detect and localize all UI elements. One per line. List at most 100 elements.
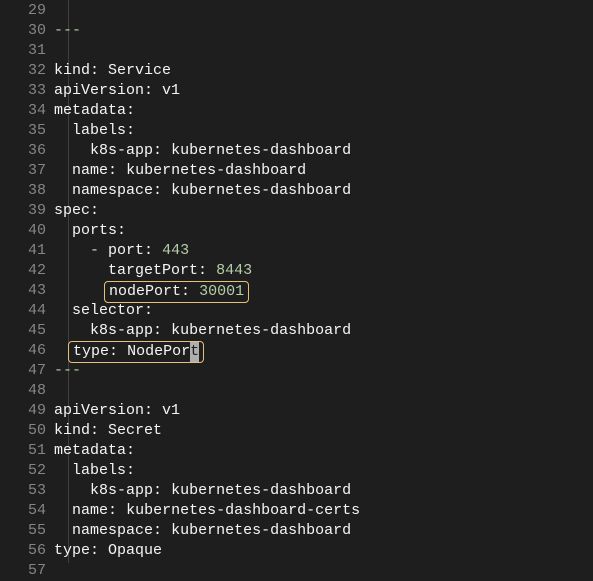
code-line[interactable]: 48: [0, 381, 593, 401]
line-number: 43: [0, 281, 54, 301]
line-number: 35: [0, 121, 54, 141]
code-content[interactable]: [54, 1, 593, 21]
code-content[interactable]: ports:: [54, 221, 593, 241]
code-editor[interactable]: 2930---3132kind: Service33apiVersion: v1…: [0, 0, 593, 563]
code-line[interactable]: 56type: Opaque: [0, 541, 593, 561]
code-content[interactable]: name: kubernetes-dashboard: [54, 161, 593, 181]
yaml-doc-separator: ---: [54, 362, 81, 379]
code-line[interactable]: 57: [0, 561, 593, 581]
code-content[interactable]: [54, 41, 593, 61]
line-number: 51: [0, 441, 54, 461]
code-content[interactable]: [54, 561, 593, 581]
code-line[interactable]: 34metadata:: [0, 101, 593, 121]
code-line[interactable]: 33apiVersion: v1: [0, 81, 593, 101]
code-line[interactable]: 45 k8s-app: kubernetes-dashboard: [0, 321, 593, 341]
code-line[interactable]: 39spec:: [0, 201, 593, 221]
code-line[interactable]: 49apiVersion: v1: [0, 401, 593, 421]
code-content[interactable]: type: Opaque: [54, 541, 593, 561]
line-number: 47: [0, 361, 54, 381]
line-number: 38: [0, 181, 54, 201]
code-line[interactable]: 55 namespace: kubernetes-dashboard: [0, 521, 593, 541]
code-line[interactable]: 43 nodePort: 30001: [0, 281, 593, 301]
code-content[interactable]: namespace: kubernetes-dashboard: [54, 521, 593, 541]
code-line[interactable]: 37 name: kubernetes-dashboard: [0, 161, 593, 181]
code-content[interactable]: selector:: [54, 301, 593, 321]
code-line[interactable]: 35 labels:: [0, 121, 593, 141]
yaml-value: 30001: [199, 283, 244, 300]
code-line[interactable]: 54 name: kubernetes-dashboard-certs: [0, 501, 593, 521]
highlight-box: nodePort: 30001: [104, 281, 249, 303]
code-content[interactable]: - port: 443: [54, 241, 593, 261]
yaml-value: kubernetes-dashboard: [126, 162, 306, 179]
yaml-key: metadata: [54, 442, 126, 459]
yaml-key: k8s-app: [90, 142, 153, 159]
code-line[interactable]: 42 targetPort: 8443: [0, 261, 593, 281]
line-number: 41: [0, 241, 54, 261]
line-number: 44: [0, 301, 54, 321]
code-content[interactable]: type: NodePort: [54, 341, 593, 361]
yaml-key: ports: [72, 222, 117, 239]
code-content[interactable]: spec:: [54, 201, 593, 221]
yaml-key: spec: [54, 202, 90, 219]
line-number: 53: [0, 481, 54, 501]
code-content[interactable]: kind: Secret: [54, 421, 593, 441]
code-line[interactable]: 41 - port: 443: [0, 241, 593, 261]
yaml-value: NodePor: [127, 343, 190, 360]
line-number: 39: [0, 201, 54, 221]
code-line[interactable]: 50kind: Secret: [0, 421, 593, 441]
code-line[interactable]: 32kind: Service: [0, 61, 593, 81]
yaml-value: kubernetes-dashboard: [171, 522, 351, 539]
code-content[interactable]: name: kubernetes-dashboard-certs: [54, 501, 593, 521]
code-content[interactable]: k8s-app: kubernetes-dashboard: [54, 321, 593, 341]
code-content[interactable]: ---: [54, 361, 593, 381]
code-line[interactable]: 29: [0, 1, 593, 21]
yaml-value: kubernetes-dashboard: [171, 142, 351, 159]
line-number: 49: [0, 401, 54, 421]
yaml-key: nodePort: [109, 283, 181, 300]
yaml-key: selector: [72, 302, 144, 319]
code-line[interactable]: 47---: [0, 361, 593, 381]
code-content[interactable]: nodePort: 30001: [54, 281, 593, 301]
code-line[interactable]: 44 selector:: [0, 301, 593, 321]
code-content[interactable]: apiVersion: v1: [54, 401, 593, 421]
yaml-value: v1: [162, 402, 180, 419]
code-line[interactable]: 51metadata:: [0, 441, 593, 461]
yaml-key: name: [72, 162, 108, 179]
line-number: 40: [0, 221, 54, 241]
yaml-key: kind: [54, 422, 90, 439]
line-number: 34: [0, 101, 54, 121]
code-line[interactable]: 38 namespace: kubernetes-dashboard: [0, 181, 593, 201]
yaml-value: Secret: [108, 422, 162, 439]
code-content[interactable]: ---: [54, 21, 593, 41]
yaml-value: Service: [108, 62, 171, 79]
line-number: 31: [0, 41, 54, 61]
line-number: 48: [0, 381, 54, 401]
yaml-value: kubernetes-dashboard: [171, 482, 351, 499]
code-content[interactable]: namespace: kubernetes-dashboard: [54, 181, 593, 201]
code-line[interactable]: 52 labels:: [0, 461, 593, 481]
code-content[interactable]: targetPort: 8443: [54, 261, 593, 281]
line-number: 36: [0, 141, 54, 161]
code-content[interactable]: metadata:: [54, 441, 593, 461]
code-content[interactable]: labels:: [54, 461, 593, 481]
yaml-key: metadata: [54, 102, 126, 119]
code-line[interactable]: 30---: [0, 21, 593, 41]
code-line[interactable]: 31: [0, 41, 593, 61]
code-line[interactable]: 40 ports:: [0, 221, 593, 241]
line-number: 52: [0, 461, 54, 481]
yaml-key: port: [108, 242, 144, 259]
code-content[interactable]: metadata:: [54, 101, 593, 121]
line-number: 32: [0, 61, 54, 81]
code-content[interactable]: kind: Service: [54, 61, 593, 81]
code-content[interactable]: apiVersion: v1: [54, 81, 593, 101]
code-line[interactable]: 46 type: NodePort: [0, 341, 593, 361]
code-content[interactable]: labels:: [54, 121, 593, 141]
line-number: 42: [0, 261, 54, 281]
code-line[interactable]: 36 k8s-app: kubernetes-dashboard: [0, 141, 593, 161]
code-content[interactable]: k8s-app: kubernetes-dashboard: [54, 481, 593, 501]
highlight-box: type: NodePort: [68, 341, 204, 363]
code-content[interactable]: [54, 381, 593, 401]
yaml-key: apiVersion: [54, 82, 144, 99]
code-content[interactable]: k8s-app: kubernetes-dashboard: [54, 141, 593, 161]
code-line[interactable]: 53 k8s-app: kubernetes-dashboard: [0, 481, 593, 501]
